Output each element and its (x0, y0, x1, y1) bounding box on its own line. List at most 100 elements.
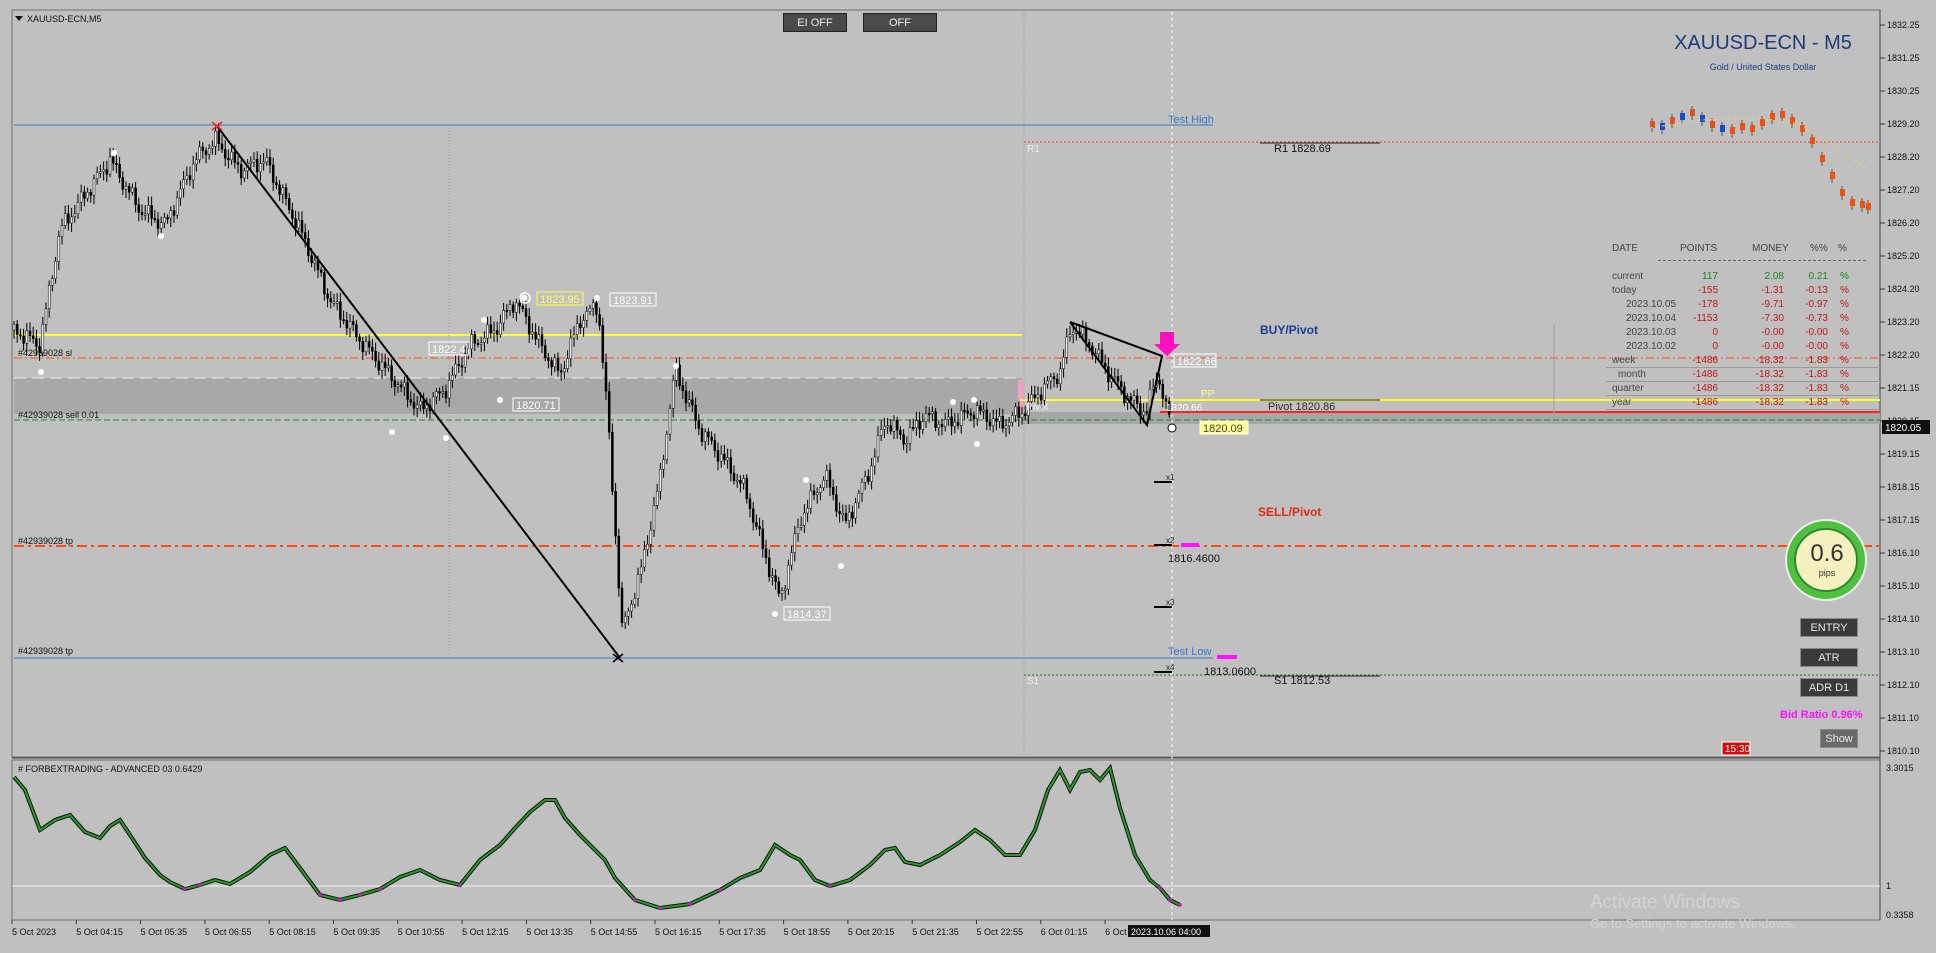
tick-x1: x1 (1166, 473, 1175, 482)
stats-pct: -0.73 (1805, 313, 1828, 324)
indicator-title: # FORBEXTRADING - ADVANCED 03 0.6429 (18, 764, 202, 774)
candle-body (844, 513, 848, 521)
candle-body (1055, 378, 1059, 385)
price-tick-label: 1830.25 (1887, 86, 1920, 96)
candle-body (521, 305, 525, 310)
candle-body (934, 411, 937, 428)
candle-body (796, 527, 800, 534)
candle-body (185, 175, 189, 180)
candle-body (633, 598, 637, 605)
entry-button[interactable]: ENTRY (1800, 618, 1858, 637)
candle-body (150, 205, 153, 219)
candle-body (876, 435, 880, 458)
candle-body (163, 217, 166, 224)
candle-body (700, 428, 704, 442)
candle-body (774, 575, 777, 583)
buy-pivot-label: BUY/Pivot (1260, 323, 1318, 337)
candle-body (492, 330, 496, 334)
stats-pct-sym: % (1840, 299, 1849, 310)
price-tick-label: 1813.10 (1887, 647, 1920, 657)
candle-body (963, 410, 966, 413)
mini-candle (1840, 189, 1845, 196)
stats-pct-sym: % (1840, 341, 1849, 352)
trading-chart[interactable]: x1 x2 x3 x4 1823.95 1823.91 1822.4 1820.… (0, 0, 1936, 953)
candle-body (751, 508, 755, 523)
mini-candle (1740, 123, 1745, 130)
candle-body (851, 511, 854, 519)
candle-body (438, 391, 441, 394)
ei-off-button[interactable]: EI OFF (783, 13, 847, 32)
candle-body (966, 410, 969, 414)
candle-body (220, 143, 224, 150)
candle-body (748, 498, 752, 510)
candle-body (76, 201, 80, 215)
stats-points: -1153 (1693, 313, 1718, 324)
pivot-label: Pivot 1820.86 (1268, 401, 1335, 413)
time-tick-label: 5 Oct 10:55 (398, 927, 445, 937)
candle-body (329, 297, 333, 303)
oscillator-low-point (198, 883, 202, 887)
stats-pct: -1.83 (1805, 397, 1828, 408)
candle-body (598, 314, 601, 326)
candle-body (1116, 376, 1120, 382)
candle-body (703, 431, 707, 442)
candle-body (659, 468, 662, 492)
stats-row-line (1606, 395, 1882, 396)
mini-candle (1810, 137, 1815, 144)
indicator-tick-top: 3.3015 (1886, 763, 1914, 773)
stats-row-line (1606, 367, 1882, 368)
candle-body (764, 548, 768, 559)
candle-body (1023, 413, 1027, 416)
candle-body (937, 424, 941, 428)
stats-date: today (1612, 285, 1637, 296)
price-tick-label: 1812.10 (1887, 680, 1920, 690)
stats-pct: -0.00 (1805, 327, 1828, 338)
candle-body (911, 427, 915, 430)
show-button[interactable]: Show (1820, 729, 1858, 748)
candle-body (51, 278, 54, 286)
window-title: XAUUSD-ECN,M5 (27, 14, 102, 24)
indicator-tick-bottom: 0.3358 (1886, 910, 1914, 920)
candle-body (716, 450, 720, 462)
candle-body (1132, 395, 1136, 401)
candle-body (889, 425, 893, 432)
candle-body (988, 421, 992, 427)
candle-body (511, 304, 515, 313)
adr-d1-button[interactable]: ADR D1 (1800, 678, 1858, 697)
candle-body (233, 151, 237, 163)
candle-body (537, 334, 541, 340)
candle-body (825, 469, 829, 481)
candle-body (172, 210, 176, 216)
candle-body (995, 418, 998, 422)
candle-body (451, 374, 454, 381)
candle-body (92, 178, 96, 196)
candle-body (582, 320, 585, 329)
candle-body (118, 164, 121, 178)
candle-body (195, 159, 198, 165)
candle-body (265, 157, 269, 163)
candle-body (15, 323, 19, 335)
candle-body (406, 382, 409, 400)
candle-body (1004, 425, 1008, 429)
mini-candle (1830, 172, 1835, 179)
candle-body (969, 413, 973, 416)
candle-body (1059, 368, 1062, 385)
off-button[interactable]: OFF (863, 13, 937, 32)
candle-body (553, 357, 557, 368)
candle-body (147, 205, 150, 215)
candle-body (281, 187, 285, 195)
candle-body (156, 219, 160, 229)
atr-button[interactable]: ATR (1800, 648, 1858, 667)
candle-body (886, 425, 889, 428)
time-tick-label: 5 Oct 08:15 (269, 927, 316, 937)
candle-body (79, 191, 83, 203)
candle-body (630, 603, 633, 612)
stats-points: -1486 (1692, 355, 1718, 366)
candle-body (755, 522, 758, 527)
time-tick-label: 5 Oct 21:35 (912, 927, 959, 937)
sell-pivot-label: SELL/Pivot (1258, 505, 1321, 519)
candle-body (409, 399, 413, 403)
candle-body (12, 323, 16, 331)
stats-points: -1486 (1692, 369, 1718, 380)
symbol-title: XAUUSD-ECN - M5 (1674, 32, 1852, 54)
